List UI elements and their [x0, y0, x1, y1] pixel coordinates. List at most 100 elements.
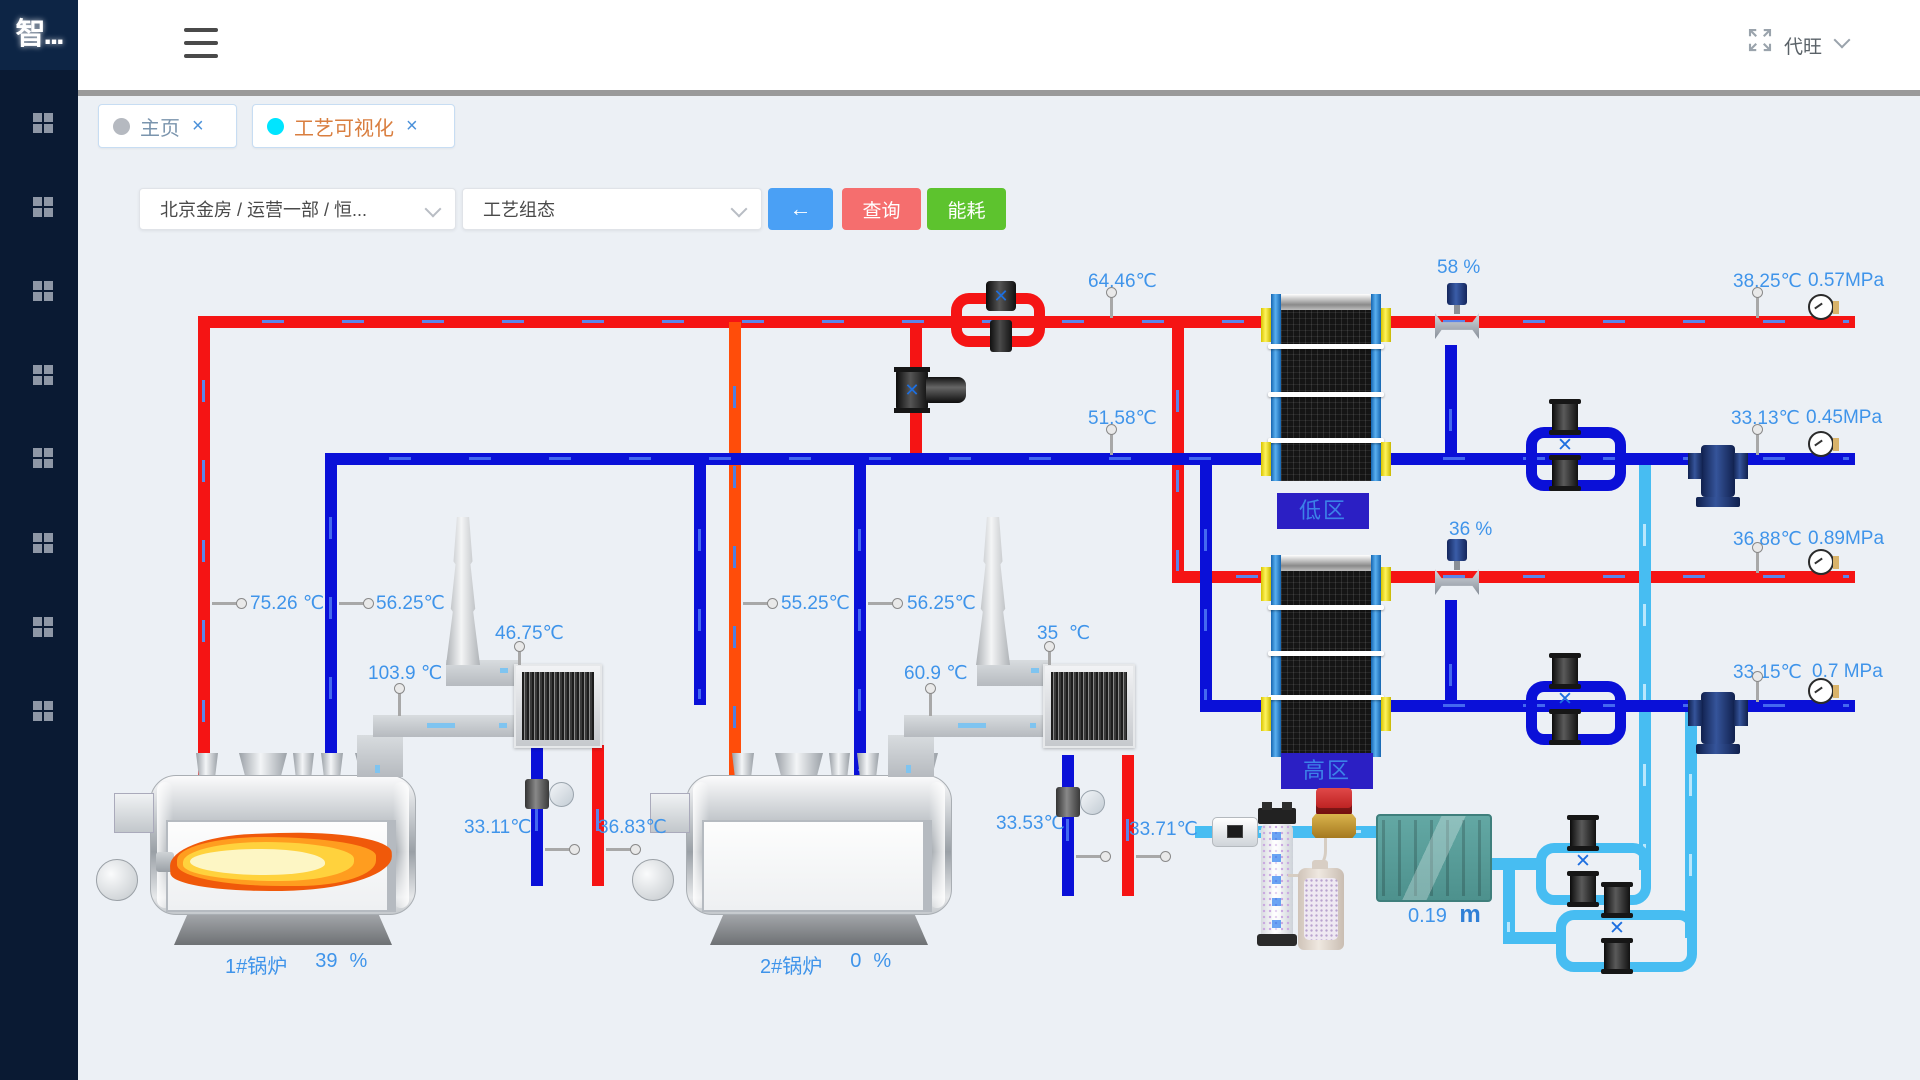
- back-button[interactable]: ←: [768, 188, 833, 230]
- circulation-pump-group1[interactable]: ✕: [1549, 400, 1581, 490]
- b2-econ-ret-temp: 33.71℃: [1129, 818, 1198, 841]
- boiler-2[interactable]: [686, 753, 952, 945]
- pump-motor: [926, 377, 966, 403]
- pump: [1552, 654, 1578, 688]
- sidebar-menu-icon[interactable]: [33, 533, 42, 542]
- temp-sensor: [1756, 551, 1759, 573]
- topbar: 代旺: [78, 0, 1920, 90]
- pipe-boiler1-supply-riser: [198, 316, 210, 777]
- boiler-1[interactable]: [150, 753, 416, 945]
- sidebar-menu-icon[interactable]: [33, 701, 42, 710]
- pipe-makeup-drop1: [1639, 460, 1651, 870]
- flow-meter: [1212, 817, 1258, 847]
- strainer: [1688, 445, 1748, 507]
- boiler1-status: 1#锅炉39%: [225, 950, 367, 979]
- sidebar-menu-icon[interactable]: [33, 448, 42, 457]
- energy-button[interactable]: 能耗: [927, 188, 1006, 230]
- sidebar-menu-icon[interactable]: [33, 617, 42, 626]
- high-supply-pressure: 0.89MPa: [1808, 528, 1884, 550]
- high-return-temp: 33.15℃: [1733, 661, 1802, 684]
- flue-duct: [888, 735, 934, 777]
- zone-label-high: 高区: [1281, 753, 1373, 789]
- pump: [1552, 400, 1578, 434]
- temp-sensor: [1756, 433, 1759, 455]
- chevron-down-icon[interactable]: [1834, 32, 1851, 49]
- pump: [1570, 816, 1596, 850]
- b1-econ-out-temp: 46.75℃: [495, 622, 564, 645]
- sidebar-menu-icon[interactable]: [33, 281, 42, 290]
- makeup-pump-group2[interactable]: ✕: [1601, 883, 1633, 973]
- pipe-boiler2-return-riser: [854, 465, 866, 777]
- heat-exchanger-high[interactable]: [1271, 555, 1381, 757]
- mode-select-value: 工艺组态: [483, 196, 555, 222]
- temp-sensor: [1110, 296, 1113, 318]
- pipe-boiler2-supply-riser: [729, 322, 741, 777]
- pump: [1604, 939, 1630, 973]
- chevron-down-icon: [425, 201, 442, 218]
- tab-home-label: 主页: [140, 112, 180, 141]
- pipe-valve-low-drop: [1445, 345, 1457, 455]
- pipe-boiler1-return-riser: [325, 453, 337, 777]
- sidebar-menu-icon[interactable]: [33, 365, 42, 374]
- pipe-highzone-return-drop: [1200, 465, 1212, 712]
- org-select-value: 北京金房 / 运营一部 / 恒...: [160, 196, 367, 222]
- pipe-valve-high-drop: [1445, 600, 1457, 702]
- tab-process-label: 工艺可视化: [294, 112, 394, 141]
- close-icon[interactable]: ×: [406, 115, 418, 138]
- valve-high-opening: 36 %: [1449, 519, 1492, 541]
- query-button[interactable]: 查询: [842, 188, 921, 230]
- circulation-pump-group2[interactable]: ✕: [1549, 654, 1581, 744]
- pressure-gauge: [1808, 294, 1834, 320]
- softener-base: [1257, 934, 1297, 946]
- zone-label-low: 低区: [1277, 493, 1369, 529]
- close-icon[interactable]: ×: [192, 115, 204, 138]
- sidebar-menu-icon[interactable]: [33, 197, 42, 206]
- control-valve-low[interactable]: [1435, 283, 1479, 349]
- pipe-econ1-cold: [531, 745, 543, 886]
- temp-sensor: [743, 602, 769, 605]
- mixing-pump[interactable]: ✕: [896, 369, 966, 411]
- user-name[interactable]: 代旺: [1784, 32, 1822, 59]
- sidebar-menu-icon[interactable]: [33, 113, 42, 122]
- flue-duct: [357, 735, 403, 777]
- temp-sensor: [929, 692, 932, 716]
- mode-select[interactable]: 工艺组态: [462, 188, 762, 230]
- pressure-gauge: [1808, 431, 1834, 457]
- pressure-gauge: [1808, 678, 1834, 704]
- makeup-water-tank: [1376, 814, 1492, 902]
- b1-return-temp: 56.25℃: [376, 592, 445, 615]
- strainer: [1688, 692, 1748, 754]
- temp-sensor: [1110, 433, 1113, 455]
- boiler-base: [710, 915, 928, 945]
- pump: [1570, 872, 1596, 906]
- bypass-valve-icon[interactable]: ✕: [986, 281, 1016, 311]
- econ1-valve[interactable]: [525, 779, 573, 809]
- b2-return-temp: 56.25℃: [907, 592, 976, 615]
- tab-dot-active: [267, 118, 284, 135]
- flame-icon: [170, 833, 392, 891]
- temp-sensor: [1756, 680, 1759, 702]
- sidebar: 智...: [0, 0, 78, 1080]
- econ2-valve[interactable]: [1056, 787, 1104, 817]
- hx-core: [1281, 571, 1371, 757]
- motorized-valve-body: [1312, 814, 1356, 838]
- heat-exchanger-low[interactable]: [1271, 294, 1381, 481]
- temp-sensor: [518, 650, 521, 665]
- motorized-valve-actuator[interactable]: [1316, 788, 1352, 816]
- tab-process-visualization[interactable]: 工艺可视化 ×: [252, 104, 455, 148]
- org-select[interactable]: 北京金房 / 运营一部 / 恒...: [139, 188, 456, 230]
- pump: [1604, 883, 1630, 917]
- tab-dot: [113, 118, 130, 135]
- temp-sensor: [1136, 855, 1162, 858]
- app-logo: 智...: [0, 0, 78, 70]
- chevron-down-icon: [731, 201, 748, 218]
- valve-low-opening: 58 %: [1437, 257, 1480, 279]
- fullscreen-icon[interactable]: [1745, 25, 1775, 55]
- pressure-gauge: [1808, 549, 1834, 575]
- salt-tank: [1298, 868, 1344, 950]
- tab-home[interactable]: 主页 ×: [98, 104, 237, 148]
- control-valve-high[interactable]: [1435, 539, 1479, 605]
- temp-sensor: [1756, 296, 1759, 318]
- makeup-pump-group1[interactable]: ✕: [1567, 816, 1599, 906]
- temp-sensor: [1076, 855, 1102, 858]
